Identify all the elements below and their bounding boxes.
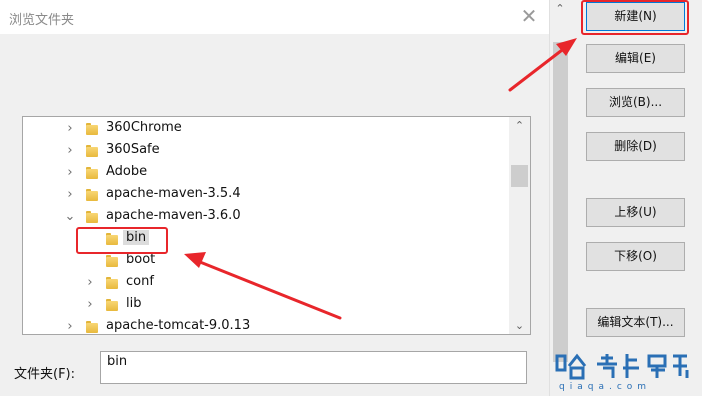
tree-item-label: apache-tomcat-9.0.13 <box>106 318 251 333</box>
tree-scroll-down-icon[interactable]: ⌄ <box>509 317 530 334</box>
tree-item-label: 360Safe <box>106 142 160 157</box>
chevron-right-icon[interactable]: › <box>63 316 77 334</box>
chevron-right-icon[interactable]: › <box>63 184 77 206</box>
edit-button[interactable]: 编辑(E) <box>586 44 685 73</box>
tree-item-label: bin <box>123 230 150 245</box>
browse-button[interactable]: 浏览(B)... <box>586 88 685 117</box>
new-button[interactable]: 新建(N) <box>586 2 685 31</box>
tree-item-label: Adobe <box>106 164 148 179</box>
chevron-right-icon[interactable]: › <box>63 140 77 162</box>
delete-button[interactable]: 删除(D) <box>586 132 685 161</box>
folder-field-label: 文件夹(F): <box>14 367 76 382</box>
chevron-right-icon[interactable]: › <box>63 162 77 184</box>
chevron-down-icon[interactable]: ⌄ <box>63 206 77 228</box>
folder-input[interactable] <box>100 351 527 384</box>
tree-item[interactable]: › 360Safe <box>23 140 509 162</box>
tree-item[interactable]: › lib <box>23 294 509 316</box>
folder-icon <box>106 255 118 267</box>
tree-scrollbar-thumb[interactable] <box>511 165 528 187</box>
folder-icon <box>106 299 118 311</box>
dialog-title: 浏览文件夹 <box>9 13 75 28</box>
folder-icon <box>86 123 98 135</box>
tree-item[interactable]: › apache-tomcat-9.0.13 <box>23 316 509 334</box>
edit-text-button[interactable]: 编辑文本(T)... <box>586 308 685 337</box>
tree-item[interactable]: boot <box>23 250 509 272</box>
watermark-text: qiaqa.com <box>559 382 652 392</box>
tree-item-label: apache-maven-3.5.4 <box>106 186 241 201</box>
chevron-right-icon[interactable] <box>83 228 97 250</box>
site-logo-icon <box>555 353 689 380</box>
chevron-right-icon[interactable] <box>83 250 97 272</box>
tree-item[interactable]: › Adobe <box>23 162 509 184</box>
folder-icon <box>86 321 98 333</box>
move-up-button[interactable]: 上移(U) <box>586 198 685 227</box>
title-bar: 浏览文件夹 ✕ <box>0 0 549 34</box>
tree-item-label: lib <box>126 296 142 311</box>
folder-icon <box>86 167 98 179</box>
outer-scrollbar-thumb[interactable] <box>553 42 568 362</box>
folder-icon <box>86 145 98 157</box>
tree-item[interactable]: bin <box>23 228 509 250</box>
close-icon[interactable]: ✕ <box>516 5 542 29</box>
tree-item[interactable]: › 360Chrome <box>23 118 509 140</box>
tree-item[interactable]: › conf <box>23 272 509 294</box>
chevron-right-icon[interactable]: › <box>83 294 97 316</box>
tree-item-label: conf <box>126 274 154 289</box>
tree-item[interactable]: › apache-maven-3.5.4 <box>23 184 509 206</box>
watermark: qiaqa.com <box>553 352 702 396</box>
tree-scrollbar[interactable]: ⌃ ⌄ <box>509 117 530 334</box>
chevron-right-icon[interactable]: › <box>83 272 97 294</box>
folder-icon <box>86 211 98 223</box>
folder-icon <box>106 277 118 289</box>
tree-item-label: boot <box>126 252 156 267</box>
outer-scroll-up-icon[interactable]: ⌃ <box>550 0 570 18</box>
tree-item-label: apache-maven-3.6.0 <box>106 208 241 223</box>
tree-item-label: 360Chrome <box>106 120 182 135</box>
chevron-right-icon[interactable]: › <box>63 118 77 140</box>
tree-scroll-up-icon[interactable]: ⌃ <box>509 117 530 134</box>
folder-tree[interactable]: › 360Chrome › 360Safe › Adobe › apache-maven-3.… <box>22 116 531 335</box>
button-panel: 新建(N) 编辑(E) 浏览(B)... 删除(D) 上移(U) 下移(O) 编… <box>570 0 702 396</box>
outer-scrollbar[interactable]: ⌃ <box>549 0 570 396</box>
move-down-button[interactable]: 下移(O) <box>586 242 685 271</box>
folder-icon <box>106 233 118 245</box>
tree-item[interactable]: ⌄ apache-maven-3.6.0 <box>23 206 509 228</box>
folder-icon <box>86 189 98 201</box>
browse-folder-dialog: 浏览文件夹 ✕ › 360Chrome › 360Safe › Adobe › apache-… <box>0 0 549 396</box>
